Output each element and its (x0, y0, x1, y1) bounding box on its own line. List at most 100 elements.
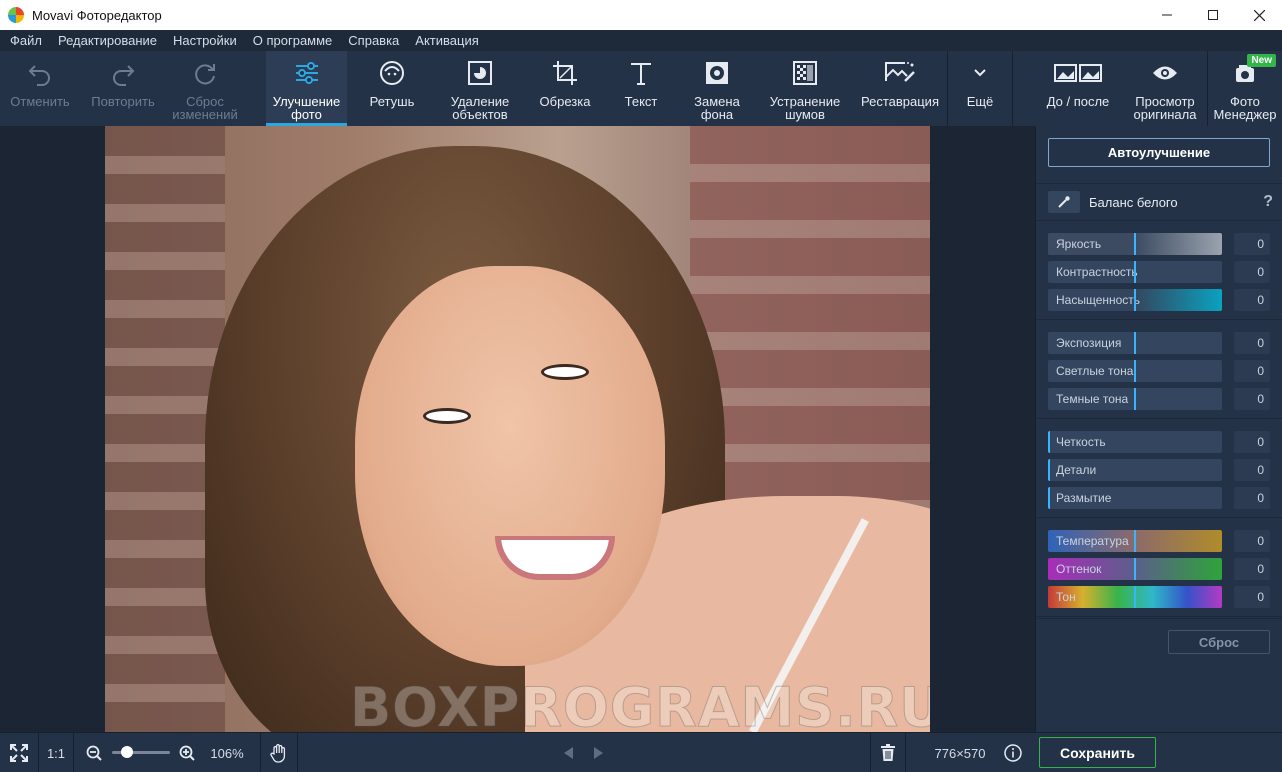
exposure-value-field[interactable]: 0 (1234, 332, 1270, 354)
zoom-level: 106% (210, 745, 244, 761)
pan-tool-button[interactable] (261, 733, 297, 772)
exposure-slider-thumb[interactable] (1134, 332, 1136, 354)
photo-image[interactable]: BOXPROGRAMS.RU (105, 126, 930, 732)
tab-denoise[interactable]: Устранение шумов (760, 51, 850, 126)
temperature-slider-thumb[interactable] (1134, 530, 1136, 552)
delete-button[interactable] (871, 733, 905, 772)
close-button[interactable] (1236, 0, 1282, 30)
shadows-slider[interactable]: Темные тона (1048, 388, 1222, 410)
slider-row-hue: Тон 0 (1048, 586, 1270, 608)
next-photo-button[interactable] (589, 733, 609, 772)
white-balance-picker-button[interactable] (1048, 191, 1080, 213)
text-icon (631, 63, 651, 85)
view-original-button[interactable]: Просмотр оригинала (1124, 51, 1206, 126)
save-button[interactable]: Сохранить (1039, 737, 1156, 768)
tab-restore[interactable]: Реставрация (855, 51, 945, 126)
hue-value-field[interactable]: 0 (1234, 586, 1270, 608)
replace-background-label: Замена фона (694, 94, 740, 122)
highlights-value-field[interactable]: 0 (1234, 360, 1270, 382)
tab-enhance-photo[interactable]: Улучшение фото (266, 51, 347, 126)
photo-manager-button[interactable]: Фото Менеджер New (1208, 51, 1282, 126)
menu-activation[interactable]: Активация (407, 33, 486, 48)
contrast-slider[interactable]: Контрастность (1048, 261, 1222, 283)
saturation-slider[interactable]: Насыщенность (1048, 289, 1222, 311)
menu-edit[interactable]: Редактирование (50, 33, 165, 48)
info-button[interactable] (1002, 733, 1024, 772)
brightness-slider[interactable]: Яркость (1048, 233, 1222, 255)
temperature-value-field[interactable]: 0 (1234, 530, 1270, 552)
contrast-value-field[interactable]: 0 (1234, 261, 1270, 283)
blur-value-field[interactable]: 0 (1234, 487, 1270, 509)
watermark: BOXPROGRAMS.RU (349, 676, 930, 733)
before-after-label: До / после (1046, 94, 1110, 109)
blur-slider-thumb[interactable] (1048, 487, 1050, 509)
previous-photo-button[interactable] (558, 733, 578, 772)
undo-button[interactable]: Отменить (0, 51, 80, 126)
menu-file[interactable]: Файл (2, 33, 50, 48)
hue-slider[interactable]: Тон (1048, 586, 1222, 608)
slider-row-tint: Оттенок 0 (1048, 558, 1270, 580)
maximize-button[interactable] (1190, 0, 1236, 30)
redo-button[interactable]: Повторить (83, 51, 163, 126)
tab-retouch[interactable]: Ретушь (352, 51, 432, 126)
temperature-label: Температура (1056, 534, 1129, 548)
menu-settings[interactable]: Настройки (165, 33, 245, 48)
zoom-out-button[interactable] (84, 733, 104, 772)
tab-replace-background[interactable]: Замена фона (682, 51, 752, 126)
clarity-slider[interactable]: Четкость (1048, 431, 1222, 453)
details-label: Детали (1056, 463, 1097, 477)
tint-value-field[interactable]: 0 (1234, 558, 1270, 580)
close-icon (1253, 9, 1265, 21)
zoom-in-button[interactable] (177, 733, 197, 772)
highlights-slider[interactable]: Светлые тона (1048, 360, 1222, 382)
auto-enhance-button[interactable]: Автоулучшение (1048, 138, 1270, 167)
zoom-slider-thumb[interactable] (121, 746, 133, 758)
details-slider-thumb[interactable] (1048, 459, 1050, 481)
blur-slider[interactable]: Размытие (1048, 487, 1222, 509)
slider-row-highlights: Светлые тона 0 (1048, 360, 1270, 382)
slider-row-details: Детали 0 (1048, 459, 1270, 481)
photo-eye-right (541, 364, 589, 380)
actual-size-button[interactable]: 1:1 (39, 733, 73, 772)
before-after-button[interactable]: До / после (1040, 51, 1116, 126)
exposure-slider[interactable]: Экспозиция (1048, 332, 1222, 354)
reset-changes-button[interactable]: Сброс изменений (166, 51, 244, 126)
clarity-slider-thumb[interactable] (1048, 431, 1050, 453)
tint-slider-thumb[interactable] (1134, 558, 1136, 580)
slider-row-temperature: Температура 0 (1048, 530, 1270, 552)
hue-label: Тон (1056, 590, 1076, 604)
saturation-value-field[interactable]: 0 (1234, 289, 1270, 311)
tab-crop[interactable]: Обрезка (529, 51, 601, 126)
tab-text[interactable]: Текст (606, 51, 676, 126)
contrast-slider-thumb[interactable] (1134, 261, 1136, 283)
more-tools-button[interactable]: Ещё (948, 51, 1012, 126)
brightness-slider-thumb[interactable] (1134, 233, 1136, 255)
clarity-value-field[interactable]: 0 (1234, 431, 1270, 453)
menu-help[interactable]: Справка (340, 33, 407, 48)
details-slider[interactable]: Детали (1048, 459, 1222, 481)
saturation-slider-thumb[interactable] (1134, 289, 1136, 311)
hue-slider-thumb[interactable] (1134, 586, 1136, 608)
triangle-left-icon (564, 747, 573, 759)
shadows-value-field[interactable]: 0 (1234, 388, 1270, 410)
exposure-label: Экспозиция (1056, 336, 1122, 350)
expand-icon (10, 744, 28, 762)
zoom-slider[interactable] (112, 746, 170, 758)
shadows-slider-thumb[interactable] (1134, 388, 1136, 410)
canvas-area[interactable]: BOXPROGRAMS.RU (0, 126, 1035, 732)
photo-eye-left (423, 408, 471, 424)
retouch-label: Ретушь (369, 94, 415, 109)
menu-bar: Файл Редактирование Настройки О программ… (0, 30, 1282, 51)
details-value-field[interactable]: 0 (1234, 459, 1270, 481)
temperature-slider[interactable]: Температура (1048, 530, 1222, 552)
help-icon[interactable]: ? (1263, 193, 1273, 211)
tab-remove-objects[interactable]: Удаление объектов (437, 51, 523, 126)
tint-slider[interactable]: Оттенок (1048, 558, 1222, 580)
brightness-value-field[interactable]: 0 (1234, 233, 1270, 255)
menu-about[interactable]: О программе (245, 33, 341, 48)
minimize-button[interactable] (1144, 0, 1190, 30)
slider-group-divider (1036, 517, 1282, 518)
fit-screen-button[interactable] (0, 733, 38, 772)
highlights-slider-thumb[interactable] (1134, 360, 1136, 382)
reset-button[interactable]: Сброс (1168, 630, 1270, 654)
